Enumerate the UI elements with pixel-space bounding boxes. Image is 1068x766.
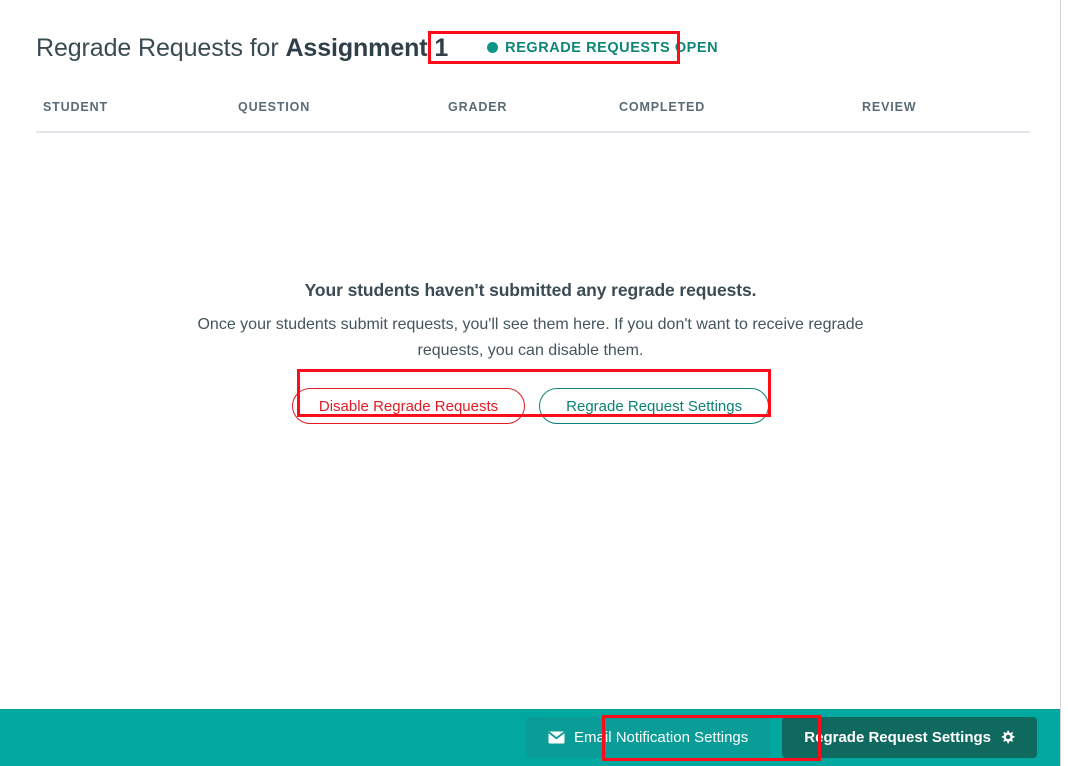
email-notification-settings-label: Email Notification Settings xyxy=(574,729,749,746)
status-badge-label: Regrade Requests Open xyxy=(505,39,719,56)
empty-state-actions: Disable Regrade Requests Regrade Request… xyxy=(0,388,1060,424)
status-badge: Regrade Requests Open xyxy=(481,37,724,60)
gear-icon xyxy=(1000,730,1015,745)
column-header-grader[interactable]: Grader xyxy=(448,100,507,114)
regrade-request-settings-button[interactable]: Regrade Request Settings xyxy=(539,388,770,424)
status-badge-wrapper: Regrade Requests Open xyxy=(481,37,724,60)
page-title-prefix: Regrade Requests for xyxy=(36,33,286,62)
column-header-completed[interactable]: Completed xyxy=(619,100,705,114)
envelope-icon xyxy=(548,731,565,744)
footer-regrade-request-settings-label: Regrade Request Settings xyxy=(804,729,991,746)
page-header: Regrade Requests for Assignment 1 Regrad… xyxy=(36,28,724,68)
page-title: Regrade Requests for Assignment 1 xyxy=(36,34,448,63)
regrade-requests-page: Regrade Requests for Assignment 1 Regrad… xyxy=(0,0,1061,766)
table-header-divider xyxy=(36,131,1030,133)
empty-state-title: Your students haven't submitted any regr… xyxy=(304,280,757,300)
regrade-requests-table: Student Question Grader Completed Review xyxy=(36,100,1030,133)
column-header-student[interactable]: Student xyxy=(43,100,108,114)
status-dot-icon xyxy=(487,42,499,53)
footer-regrade-request-settings-button[interactable]: Regrade Request Settings xyxy=(782,717,1037,758)
footer-action-bar: Email Notification Settings Regrade Requ… xyxy=(0,709,1060,766)
assignment-name: Assignment 1 xyxy=(285,33,449,62)
table-header-row: Student Question Grader Completed Review xyxy=(36,100,1030,131)
empty-state: Your students haven't submitted any regr… xyxy=(0,280,1060,424)
column-header-review[interactable]: Review xyxy=(862,100,916,114)
column-header-question[interactable]: Question xyxy=(238,100,310,114)
disable-regrade-requests-button[interactable]: Disable Regrade Requests xyxy=(291,388,526,424)
empty-state-description: Once your students submit requests, you'… xyxy=(197,316,864,359)
email-notification-settings-button[interactable]: Email Notification Settings xyxy=(526,717,771,758)
